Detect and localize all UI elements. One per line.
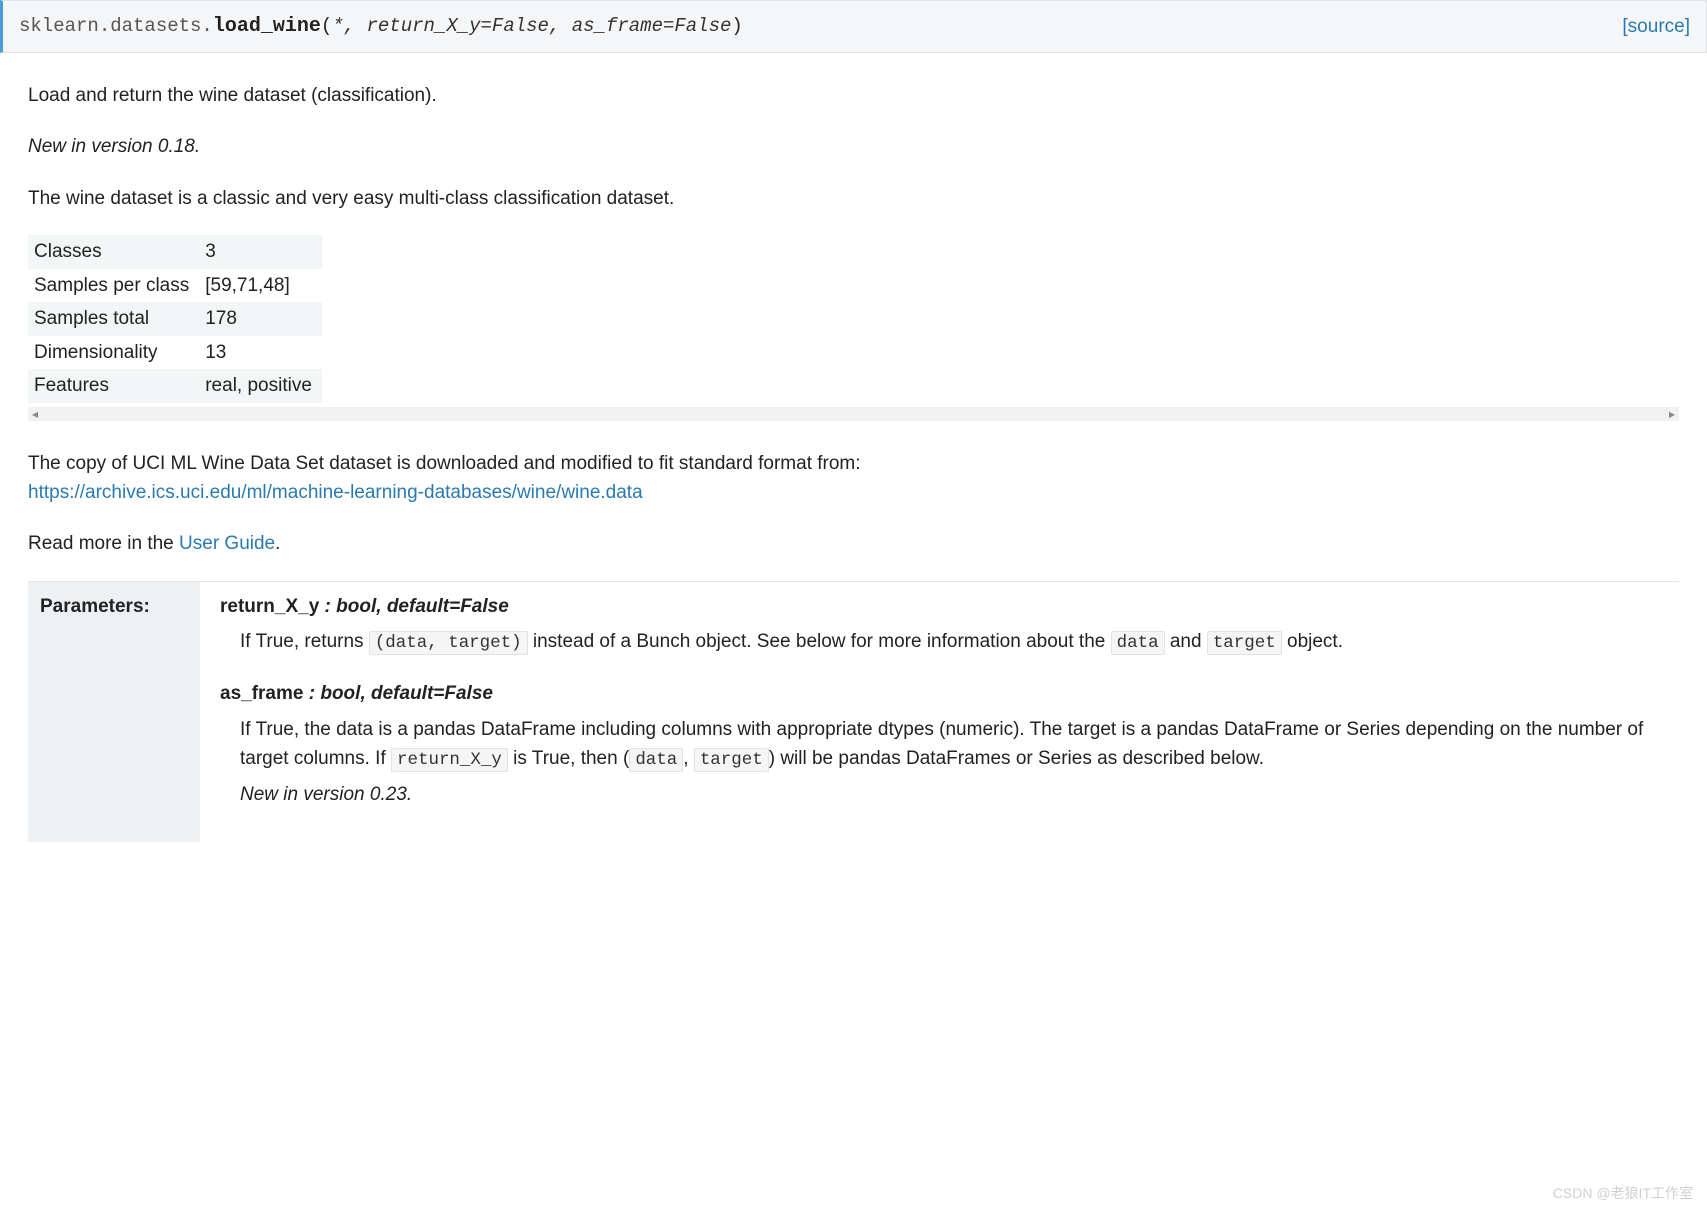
param-description: If True, returns (data, target) instead … [240, 627, 1659, 657]
horizontal-scrollbar[interactable] [28, 407, 1679, 421]
code-literal: data [629, 748, 683, 772]
meta-table-wrap: Classes3 Samples per class[59,71,48] Sam… [28, 235, 1679, 420]
table-row: Classes3 [28, 235, 322, 268]
sig-sep: , [344, 15, 367, 37]
intro-paragraph-2: The wine dataset is a classic and very e… [28, 184, 1679, 213]
parameters-heading: Parameters: [28, 582, 200, 842]
meta-value: [59,71,48] [199, 269, 322, 302]
new-in-version: New in version 0.18. [28, 132, 1679, 161]
param-name: as_frame [220, 683, 303, 704]
code-literal: (data, target) [369, 631, 528, 655]
meta-value: 178 [199, 302, 322, 335]
close-paren: ) [731, 15, 742, 37]
param-type: bool, default=False [320, 683, 493, 704]
source-link[interactable]: [source] [1622, 12, 1690, 41]
param-block-return-x-y: return_X_y : bool, default=False If True… [220, 592, 1659, 658]
watermark: CSDN @老狼IT工作室 [1553, 1183, 1693, 1205]
parameters-body: return_X_y : bool, default=False If True… [200, 582, 1679, 842]
sig-sep: , [549, 15, 572, 37]
new-in-version-text: New in version 0.18. [28, 136, 200, 157]
desc-text: object. [1282, 631, 1343, 652]
desc-text: instead of a Bunch object. See below for… [528, 631, 1111, 652]
desc-text: and [1165, 631, 1207, 652]
read-more-pre: Read more in the [28, 533, 179, 554]
function-signature-box: sklearn.datasets.load_wine(*, return_X_y… [0, 0, 1707, 53]
param-return-x-y: return_X_y=False [367, 15, 549, 37]
code-literal: data [1111, 631, 1165, 655]
intro-paragraph: Load and return the wine dataset (classi… [28, 81, 1679, 110]
download-paragraph: The copy of UCI ML Wine Data Set dataset… [28, 449, 1679, 508]
param-sep: : [303, 683, 320, 704]
meta-table: Classes3 Samples per class[59,71,48] Sam… [28, 235, 322, 402]
table-row: Samples per class[59,71,48] [28, 269, 322, 302]
download-text: The copy of UCI ML Wine Data Set dataset… [28, 453, 861, 474]
code-literal: target [1207, 631, 1282, 655]
meta-key: Features [28, 369, 199, 402]
meta-value: 3 [199, 235, 322, 268]
read-more-post: . [275, 533, 280, 554]
function-signature: sklearn.datasets.load_wine(*, return_X_y… [19, 11, 743, 42]
desc-text: is True, then ( [508, 748, 629, 769]
param-description: If True, the data is a pandas DataFrame … [240, 715, 1659, 775]
meta-key: Samples total [28, 302, 199, 335]
desc-text: , [683, 748, 694, 769]
user-guide-link[interactable]: User Guide [179, 533, 275, 554]
function-name: load_wine [213, 15, 321, 38]
table-row: Samples total178 [28, 302, 322, 335]
desc-text: ) will be pandas DataFrames or Series as… [769, 748, 1264, 769]
desc-text: If True, returns [240, 631, 369, 652]
read-more-paragraph: Read more in the User Guide. [28, 529, 1679, 558]
code-literal: return_X_y [391, 748, 508, 772]
module-path: sklearn.datasets. [19, 15, 213, 37]
param-type: bool, default=False [336, 596, 509, 617]
param-sep: : [319, 596, 336, 617]
new-in-version-text: New in version 0.23. [240, 784, 412, 805]
param-as-frame: as_frame=False [572, 15, 732, 37]
open-paren: ( [321, 15, 332, 37]
dataset-url-link[interactable]: https://archive.ics.uci.edu/ml/machine-l… [28, 482, 643, 503]
meta-key: Dimensionality [28, 336, 199, 369]
param-name: return_X_y [220, 596, 319, 617]
table-row: Dimensionality13 [28, 336, 322, 369]
meta-key: Samples per class [28, 269, 199, 302]
code-literal: target [694, 748, 769, 772]
param-block-as-frame: as_frame : bool, default=False If True, … [220, 679, 1659, 809]
meta-value: real, positive [199, 369, 322, 402]
star-arg: * [332, 15, 343, 37]
meta-value: 13 [199, 336, 322, 369]
param-new-in: New in version 0.23. [240, 780, 1659, 809]
meta-key: Classes [28, 235, 199, 268]
parameters-table: Parameters: return_X_y : bool, default=F… [28, 581, 1679, 842]
table-row: Featuresreal, positive [28, 369, 322, 402]
